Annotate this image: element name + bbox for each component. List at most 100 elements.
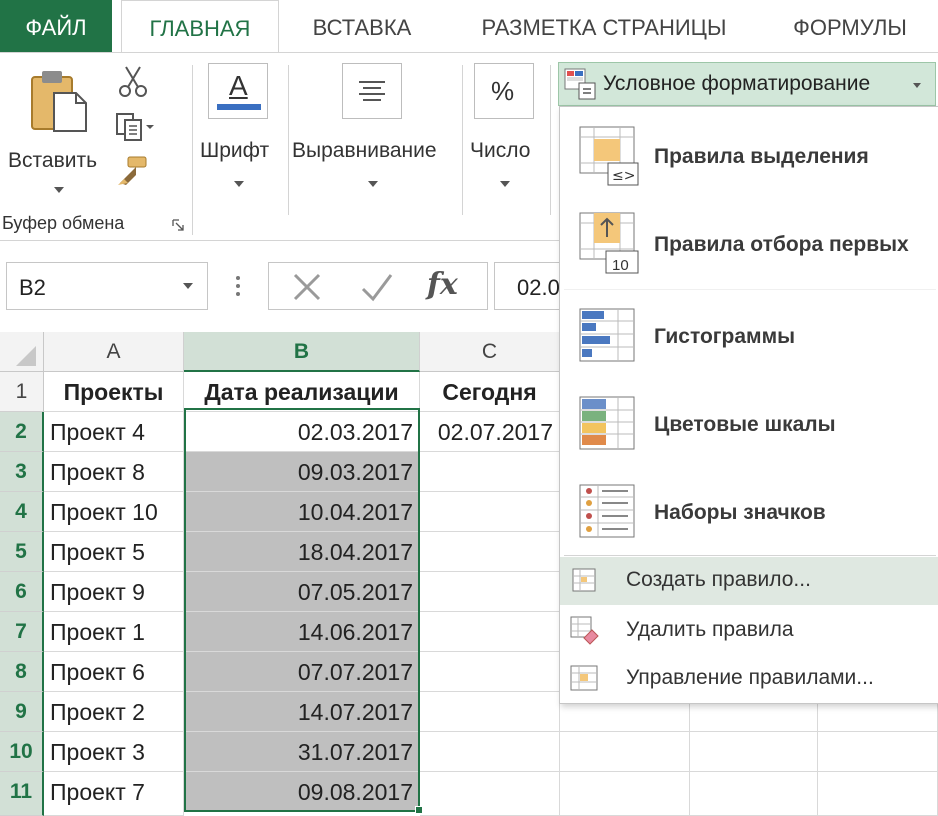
name-box[interactable]: B2 (6, 262, 208, 310)
color-scales-icon (579, 396, 635, 450)
menu-item-data-bars[interactable]: Гистограммы (560, 293, 938, 381)
project-cell[interactable]: Проект 4 (44, 412, 184, 452)
project-cell[interactable]: Проект 10 (44, 492, 184, 532)
date-cell[interactable]: 02.03.2017 (184, 412, 420, 452)
empty-cell[interactable] (420, 732, 560, 772)
alignment-icon (342, 63, 402, 119)
row-header[interactable]: 5 (0, 532, 44, 572)
date-cell[interactable]: 18.04.2017 (184, 532, 420, 572)
format-painter-icon[interactable] (114, 155, 150, 191)
project-cell[interactable]: Проект 8 (44, 452, 184, 492)
project-cell[interactable]: Проект 5 (44, 532, 184, 572)
header-cell-projects[interactable]: Проекты (44, 372, 184, 412)
empty-cell[interactable] (420, 692, 560, 732)
row-header[interactable]: 3 (0, 452, 44, 492)
row-header[interactable]: 9 (0, 692, 44, 732)
header-cell-date[interactable]: Дата реализации (184, 372, 420, 412)
tab-page-layout[interactable]: РАЗМЕТКА СТРАНИЦЫ (456, 0, 752, 52)
date-cell[interactable]: 10.04.2017 (184, 492, 420, 532)
project-cell[interactable]: Проект 9 (44, 572, 184, 612)
alignment-group-button[interactable]: Выравнивание (290, 59, 458, 199)
empty-cell[interactable] (420, 532, 560, 572)
number-dropdown-caret (500, 181, 510, 187)
font-group-button[interactable]: A Шрифт (196, 59, 284, 199)
empty-cell[interactable] (690, 772, 818, 816)
empty-cell[interactable] (420, 652, 560, 692)
more-options-icon[interactable] (234, 274, 242, 298)
menu-item-clear-rules[interactable]: Удалить правила (560, 607, 938, 655)
header-cell-today[interactable]: Сегодня (420, 372, 560, 412)
cut-icon[interactable] (116, 65, 150, 99)
empty-cell[interactable] (420, 572, 560, 612)
project-cell[interactable]: Проект 3 (44, 732, 184, 772)
date-cell[interactable]: 09.08.2017 (184, 772, 420, 812)
menu-item-label: Создать правило... (626, 568, 811, 591)
paste-button[interactable]: Вставить (4, 61, 108, 211)
cancel-icon[interactable] (287, 267, 327, 307)
manage-rules-icon (570, 665, 598, 691)
date-cell[interactable]: 31.07.2017 (184, 732, 420, 772)
select-all-corner[interactable] (0, 332, 44, 372)
menu-item-top-bottom-rules[interactable]: 10 Правила отбора первых (560, 201, 938, 289)
copy-icon[interactable] (114, 111, 154, 143)
paste-label: Вставить (8, 149, 98, 172)
number-group-button[interactable]: % Число (466, 59, 548, 199)
empty-cell[interactable] (420, 772, 560, 816)
date-cell[interactable]: 07.07.2017 (184, 652, 420, 692)
empty-cell[interactable] (420, 492, 560, 532)
menu-item-color-scales[interactable]: Цветовые шкалы (560, 381, 938, 469)
row-header[interactable]: 11 (0, 772, 44, 816)
empty-cell[interactable] (818, 772, 938, 816)
date-cell[interactable]: 14.06.2017 (184, 612, 420, 652)
empty-cell[interactable] (420, 612, 560, 652)
tab-home[interactable]: ГЛАВНАЯ (121, 0, 279, 54)
ribbon-separator (192, 65, 193, 235)
tab-formulas[interactable]: ФОРМУЛЫ (770, 0, 930, 52)
date-cell[interactable]: 09.03.2017 (184, 452, 420, 492)
empty-cell[interactable] (818, 732, 938, 772)
enter-check-icon[interactable] (357, 267, 397, 307)
font-icon: A (208, 63, 268, 119)
tab-insert[interactable]: ВСТАВКА (290, 0, 434, 52)
tab-file[interactable]: ФАЙЛ (0, 0, 112, 52)
menu-item-highlight-rules[interactable]: ≤> Правила выделения (560, 113, 938, 201)
column-header-b[interactable]: B (184, 332, 420, 372)
project-cell[interactable]: Проект 1 (44, 612, 184, 652)
top-bottom-rules-icon (579, 212, 639, 274)
date-cell[interactable]: 14.07.2017 (184, 692, 420, 732)
row-header[interactable]: 8 (0, 652, 44, 692)
dialog-launcher-icon[interactable] (172, 219, 184, 231)
row-header[interactable]: 1 (0, 372, 44, 412)
insert-function-icon[interactable]: fx (427, 267, 458, 302)
formula-input[interactable]: 02.0 (494, 262, 564, 310)
menu-item-manage-rules[interactable]: Управление правилами... (560, 655, 938, 703)
empty-cell[interactable] (420, 452, 560, 492)
date-cell[interactable]: 07.05.2017 (184, 572, 420, 612)
row-header[interactable]: 6 (0, 572, 44, 612)
row-header[interactable]: 10 (0, 732, 44, 772)
name-box-caret[interactable] (183, 283, 193, 289)
data-bars-icon (579, 308, 635, 362)
row-header[interactable]: 4 (0, 492, 44, 532)
highlight-rules-icon: ≤> (579, 126, 639, 186)
column-header-c[interactable]: C (420, 332, 560, 372)
today-cell[interactable]: 02.07.2017 (420, 412, 560, 452)
project-cell[interactable]: Проект 6 (44, 652, 184, 692)
project-cell[interactable]: Проект 2 (44, 692, 184, 732)
conditional-formatting-button[interactable]: Условное форматирование (558, 62, 936, 106)
paste-dropdown-caret[interactable] (54, 187, 64, 193)
empty-cell[interactable] (690, 732, 818, 772)
empty-cell[interactable] (560, 732, 690, 772)
fill-handle[interactable] (415, 806, 423, 814)
row-header[interactable]: 2 (0, 412, 44, 452)
conditional-formatting-icon (564, 68, 596, 100)
column-header-a[interactable]: A (44, 332, 184, 372)
menu-item-new-rule[interactable]: Создать правило... (560, 557, 938, 605)
menu-item-icon-sets[interactable]: Наборы значков (560, 469, 938, 557)
project-cell[interactable]: Проект 7 (44, 772, 184, 816)
menu-separator (564, 555, 936, 556)
empty-cell[interactable] (560, 772, 690, 816)
menu-item-label: Гистограммы (654, 325, 796, 348)
row-header[interactable]: 7 (0, 612, 44, 652)
menu-item-label: Цветовые шкалы (654, 413, 836, 436)
